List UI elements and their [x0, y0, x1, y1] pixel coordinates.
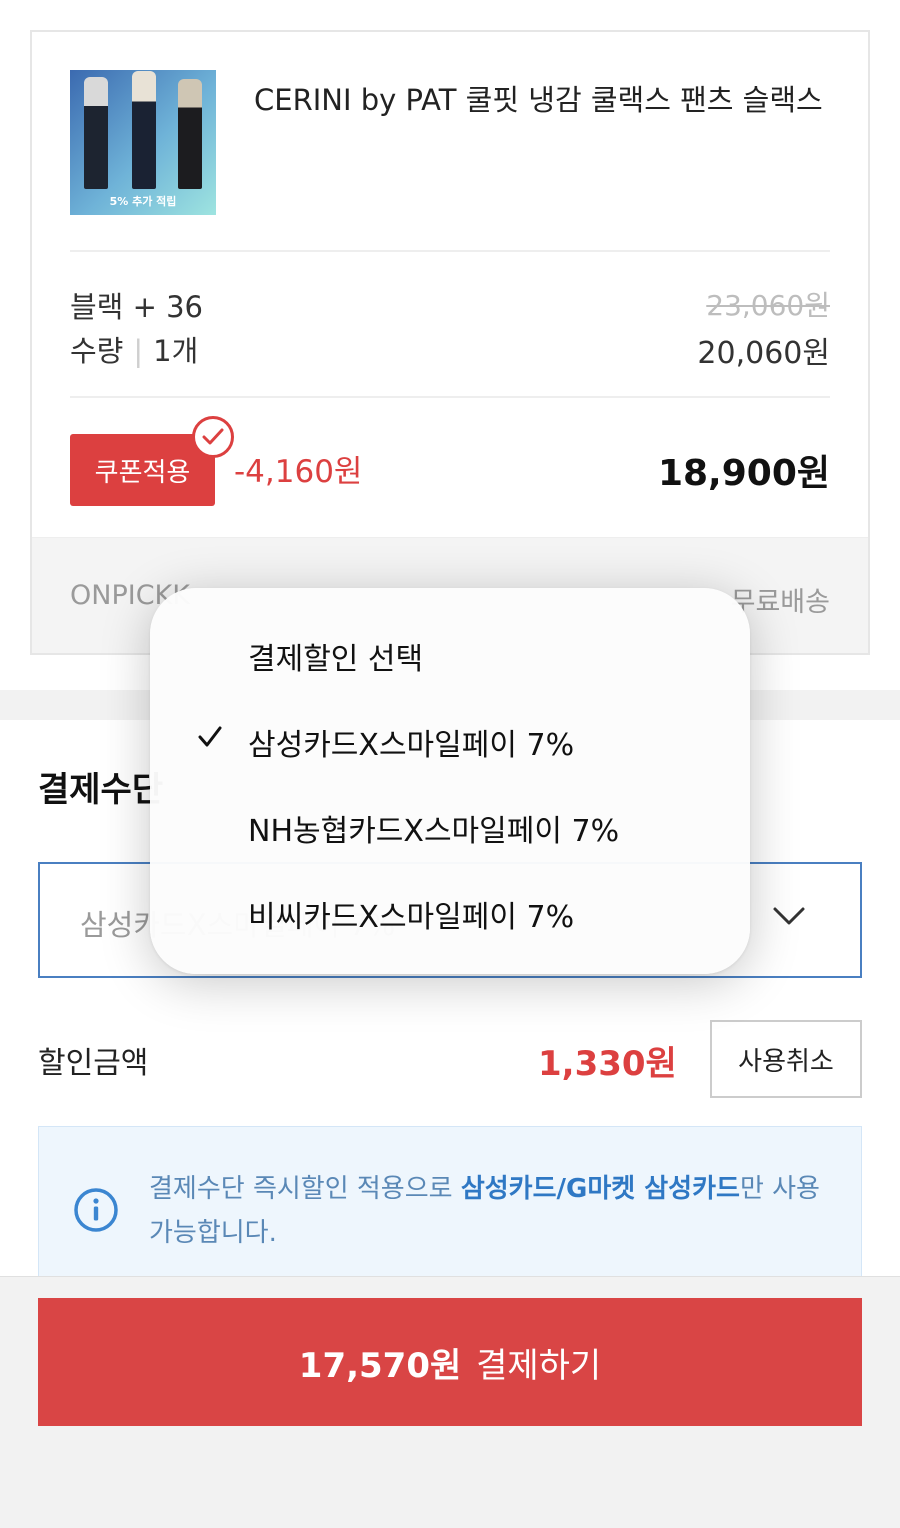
thumbnail-promo-tag: 5% 추가 적립 [109, 195, 177, 208]
checkout-label: 결제하기 [476, 1345, 602, 1386]
notice-text: 결제수단 즉시할인 적용으로 삼성카드/G마켓 삼성카드만 사용 가능합니다. [149, 1167, 839, 1255]
dropdown-option-nh[interactable]: NH농협카드X스마일페이 7% [248, 806, 619, 850]
info-icon [73, 1187, 119, 1237]
model-figure-right [178, 79, 202, 189]
product-option: 블랙 + 36 [70, 290, 203, 324]
chevron-down-icon [772, 906, 806, 930]
model-figure-center [132, 71, 156, 189]
quantity-row: 수량 | 1개 [70, 328, 198, 370]
divider [70, 250, 830, 252]
shipping-info: 무료배송 [730, 587, 830, 618]
notice-card-highlight: 삼성카드/G마켓 삼성카드 [460, 1174, 740, 1204]
notice-prefix: 결제수단 즉시할인 적용으로 [149, 1174, 461, 1204]
payment-section-title: 결제수단 [38, 770, 164, 810]
dropdown-option-samsung[interactable]: 삼성카드X스마일페이 7% [248, 720, 574, 764]
cancel-discount-button[interactable]: 사용취소 [710, 1020, 862, 1098]
product-card: 5% 추가 적립 CERINI by PAT 쿨핏 냉감 쿨랙스 팬츠 슬랙스 … [30, 30, 870, 655]
discount-amount-value: 1,330원 [538, 1044, 677, 1084]
model-figure-left [84, 77, 108, 189]
separator: | [133, 334, 144, 368]
product-title[interactable]: CERINI by PAT 쿨핏 냉감 쿨랙스 팬츠 슬랙스 [254, 74, 834, 126]
payment-notice: 결제수단 즉시할인 적용으로 삼성카드/G마켓 삼성카드만 사용 가능합니다. [38, 1126, 862, 1296]
quantity-value: 1개 [153, 334, 199, 368]
quantity-label: 수량 [70, 334, 124, 368]
checkout-amount: 17,570원 [298, 1345, 462, 1386]
sale-price: 20,060원 [697, 336, 830, 371]
dropdown-header: 결제할인 선택 [248, 642, 424, 677]
payment-discount-dropdown: 결제할인 선택 삼성카드X스마일페이 7% NH농협카드X스마일페이 7% 비씨… [150, 588, 750, 974]
product-thumbnail[interactable]: 5% 추가 적립 [70, 70, 216, 215]
dropdown-option-bc[interactable]: 비씨카드X스마일페이 7% [248, 892, 574, 936]
checkout-button[interactable]: 17,570원 결제하기 [38, 1298, 862, 1426]
checkmark-icon [198, 722, 222, 755]
divider [70, 396, 830, 398]
coupon-discount: -4,160원 [234, 454, 363, 490]
check-circle-icon [192, 416, 234, 458]
original-price: 23,060원 [706, 289, 830, 322]
final-price: 18,900원 [657, 453, 830, 494]
checkout-bar: 17,570원 결제하기 [0, 1276, 900, 1528]
discount-amount-label: 할인금액 [38, 1046, 149, 1081]
